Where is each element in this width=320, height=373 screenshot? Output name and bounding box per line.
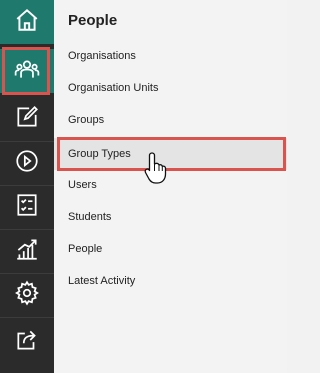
app-window: People Organisations Organisation Units …: [0, 0, 287, 373]
chart-icon: [14, 236, 40, 267]
export-icon: [14, 327, 40, 358]
menu-item-groups[interactable]: Groups: [54, 104, 287, 136]
nav-reports[interactable]: [0, 230, 54, 274]
menu-item-people[interactable]: People: [54, 233, 287, 265]
gear-icon: [14, 280, 40, 311]
play-icon: [14, 148, 40, 179]
nav-checklist[interactable]: [0, 186, 54, 230]
menu-item-latest-activity[interactable]: Latest Activity: [54, 265, 287, 297]
home-icon: [14, 7, 40, 38]
menu-item-organisations[interactable]: Organisations: [54, 40, 287, 72]
menu-item-organisation-units[interactable]: Organisation Units: [54, 72, 287, 104]
people-icon: [14, 56, 40, 87]
people-panel: People Organisations Organisation Units …: [54, 0, 287, 373]
edit-icon: [14, 104, 40, 135]
menu-item-students[interactable]: Students: [54, 201, 287, 233]
hand-cursor-icon: [143, 151, 171, 185]
nav-export[interactable]: [0, 320, 54, 364]
nav-edit[interactable]: [0, 98, 54, 142]
nav-settings[interactable]: [0, 274, 54, 318]
nav-play[interactable]: [0, 142, 54, 186]
nav-people[interactable]: [0, 49, 54, 93]
checklist-icon: [14, 192, 40, 223]
sidebar-rail: [0, 0, 54, 373]
nav-home[interactable]: [0, 0, 54, 44]
panel-title: People: [68, 12, 118, 29]
